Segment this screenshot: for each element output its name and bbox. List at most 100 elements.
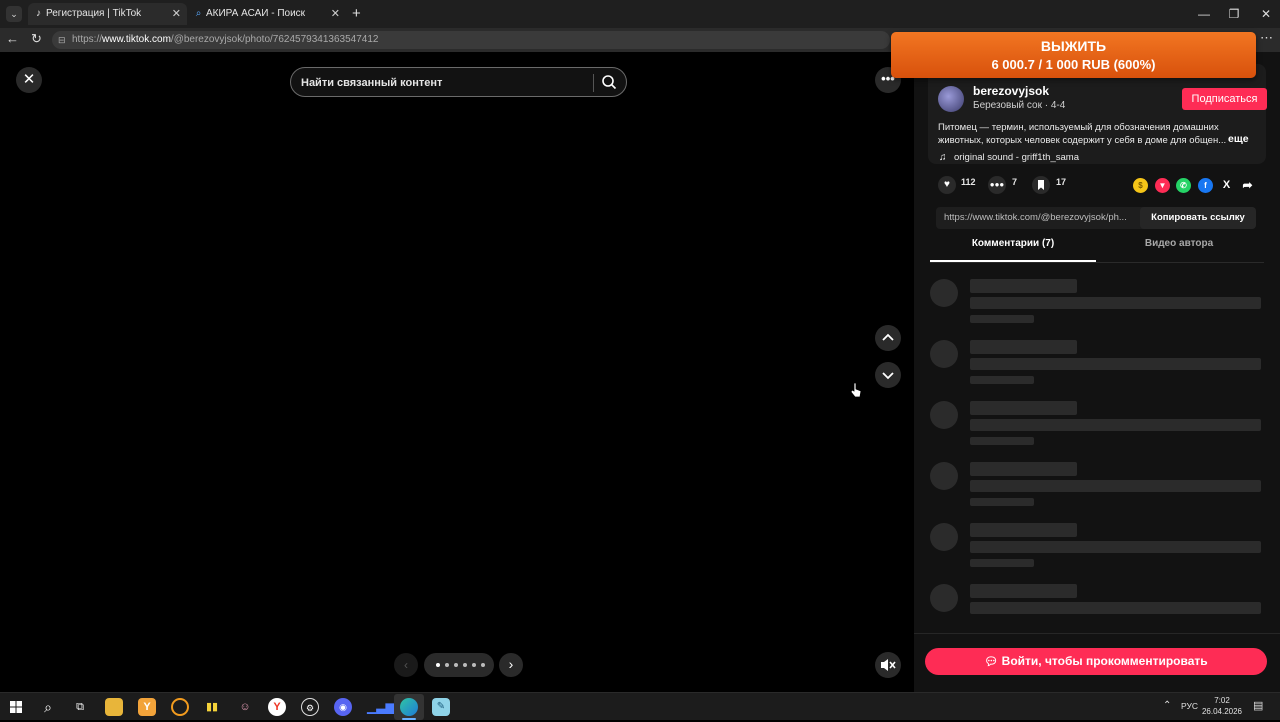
language-indicator[interactable]: РУС (1181, 701, 1198, 711)
clock-time: 7:02 (1214, 696, 1230, 705)
search-divider (593, 74, 594, 92)
yandex-icon[interactable]: Y (268, 698, 286, 716)
comment-icon: 💬︎ (984, 656, 999, 668)
x-twitter-icon[interactable]: X (1219, 178, 1234, 193)
windows-start-icon[interactable] (7, 698, 25, 716)
clock-date: 26.04.2026 (1201, 707, 1243, 716)
close-tab-icon[interactable]: ✕ (172, 3, 181, 25)
discord-icon[interactable]: ◉ (334, 698, 352, 716)
tiktok-icon: ♪ (36, 8, 41, 19)
clock[interactable]: 7:02 26.04.2026 (1200, 695, 1244, 717)
search-icon: ⌕ (195, 8, 202, 19)
tabs-divider (930, 262, 1264, 263)
tab-author-videos[interactable]: Видео автора (1096, 238, 1262, 249)
whatsapp-icon[interactable]: ✆ (1176, 178, 1191, 193)
like-count: 112 (961, 177, 976, 187)
url-domain: www.tiktok.com (102, 34, 171, 45)
promo-title: ВЫЖИТЬ (1040, 38, 1107, 54)
close-tab-icon[interactable]: ✕ (331, 3, 340, 25)
more-link[interactable]: еще (1228, 133, 1249, 145)
pagination-dot[interactable] (436, 663, 440, 667)
pagination-dot[interactable] (463, 663, 467, 667)
search-input[interactable] (301, 74, 591, 92)
windows-taskbar: ⌕ ⧉ Y ▮▮ ☺ Y ⚙ ◉ ▁▃▆ ✎ ⌃ РУС 7:02 26.04.… (0, 692, 1280, 720)
site-info-icon[interactable]: ⊟ (58, 31, 66, 49)
restore-icon[interactable]: ❐ (1226, 6, 1242, 22)
task-view-icon[interactable]: ⧉ (71, 698, 89, 716)
related-search-box[interactable] (290, 67, 627, 97)
url-path: /@berezovyjsok/photo/7624579341363547412 (170, 34, 379, 45)
mute-button[interactable] (875, 652, 901, 678)
browser-tab-bar: ⌄ ♪ Регистрация | TikTok ✕ ⌕ АКИРА АСАИ … (0, 0, 1280, 28)
close-window-icon[interactable]: ✕ (1258, 6, 1274, 22)
next-video-button[interactable] (875, 362, 901, 388)
save-count: 17 (1056, 177, 1067, 187)
menu-icon[interactable]: ⋯ (1260, 30, 1273, 46)
url-prefix: https:// (72, 34, 103, 45)
tab-label: АКИРА АСАИ - Поиск (206, 8, 306, 19)
share-icon[interactable]: ➦ (1240, 178, 1255, 193)
minimize-icon[interactable]: — (1196, 6, 1212, 22)
notepad-icon[interactable]: ✎ (432, 698, 450, 716)
follow-button[interactable]: Подписаться (1182, 88, 1267, 110)
details-panel: berezovyjsok Березовый сок · 4-4 Подписа… (914, 52, 1280, 692)
description-line: Питомец — термин, используемый для обозн… (938, 122, 1219, 133)
new-tab-icon[interactable]: + (352, 5, 361, 22)
pagination-dot[interactable] (481, 663, 485, 667)
bookmark-button[interactable] (1032, 176, 1050, 194)
chart-app-icon[interactable]: ▁▃▆ (367, 698, 395, 716)
photo-pagination[interactable] (424, 653, 494, 677)
close-viewer-button[interactable]: ✕ (16, 67, 42, 93)
app-yellow-icon[interactable]: ▮▮ (203, 698, 221, 716)
tray-expand-icon[interactable]: ⌃ (1163, 700, 1171, 711)
anime-app-icon[interactable]: ☺ (236, 698, 254, 716)
pagination-dot[interactable] (445, 663, 449, 667)
pagination-dot[interactable] (472, 663, 476, 667)
edge-icon[interactable] (400, 698, 418, 716)
tab-search[interactable]: ⌕ АКИРА АСАИ - Поиск ✕ (188, 3, 346, 25)
photo-viewer: ✕ ••• ‹ › (0, 52, 914, 692)
file-explorer-icon[interactable] (105, 698, 123, 716)
share-link-row: https://www.tiktok.com/@berezovyjsok/ph.… (936, 207, 1256, 229)
previous-video-button[interactable] (875, 325, 901, 351)
comment-skeleton (930, 584, 1264, 624)
video-link[interactable]: https://www.tiktok.com/@berezovyjsok/ph.… (944, 207, 1139, 229)
promo-banner[interactable]: ВЫЖИТЬ 6 000.7 / 1 000 RUB (600%) (891, 32, 1256, 78)
copy-link-button[interactable]: Копировать ссылку (1140, 207, 1256, 229)
back-icon[interactable]: ← (6, 31, 19, 46)
previous-photo-button[interactable]: ‹ (394, 653, 418, 677)
comment-count: 7 (1012, 177, 1018, 187)
facebook-icon[interactable]: f (1198, 178, 1213, 193)
tab-list-dropdown-icon[interactable]: ⌄ (6, 6, 22, 22)
username[interactable]: berezovyjsok (973, 84, 1049, 98)
mouse-cursor-icon (850, 382, 862, 398)
avatar[interactable] (938, 86, 964, 112)
nickname: Березовый сок · 4-4 (973, 100, 1066, 111)
promo-amount: 6 000.7 / 1 000 RUB (600%) (991, 57, 1156, 72)
description-line: животных, которых человек содержит у себ… (938, 135, 1227, 146)
reload-icon[interactable]: ↻ (31, 31, 42, 47)
tab-comments[interactable]: Комментарии (7) (930, 238, 1096, 249)
pagination-dot[interactable] (454, 663, 458, 667)
music-note-icon: ♫ (939, 152, 947, 163)
next-photo-button[interactable]: › (499, 653, 523, 677)
comment-skeleton (930, 340, 1264, 388)
coin-icon[interactable]: $ (1133, 178, 1148, 193)
comment-skeleton (930, 401, 1264, 449)
comment-skeleton (930, 462, 1264, 510)
url-field[interactable]: ⊟ https://www.tiktok.com/@berezovyjsok/p… (52, 31, 890, 49)
login-to-comment-button[interactable]: 💬︎ Войти, чтобы прокомментировать (925, 648, 1267, 675)
notifications-icon[interactable]: ▤ (1253, 699, 1263, 712)
comment-skeleton (930, 279, 1264, 327)
tab-tiktok[interactable]: ♪ Регистрация | TikTok ✕ (28, 3, 187, 25)
search-icon[interactable]: ⌕ (39, 698, 57, 716)
repost-icon[interactable]: ▼ (1155, 178, 1170, 193)
steam-icon[interactable]: ⚙ (301, 698, 319, 716)
yandex-browser-icon[interactable]: Y (138, 698, 156, 716)
comment-button[interactable]: ●●● (988, 176, 1006, 194)
sound-name[interactable]: original sound - griff1th_sama (954, 152, 1079, 163)
tab-label: Регистрация | TikTok (46, 8, 142, 19)
app-ring-icon[interactable] (171, 698, 189, 716)
like-button[interactable]: ♥ (938, 176, 956, 194)
search-icon[interactable] (601, 74, 617, 90)
